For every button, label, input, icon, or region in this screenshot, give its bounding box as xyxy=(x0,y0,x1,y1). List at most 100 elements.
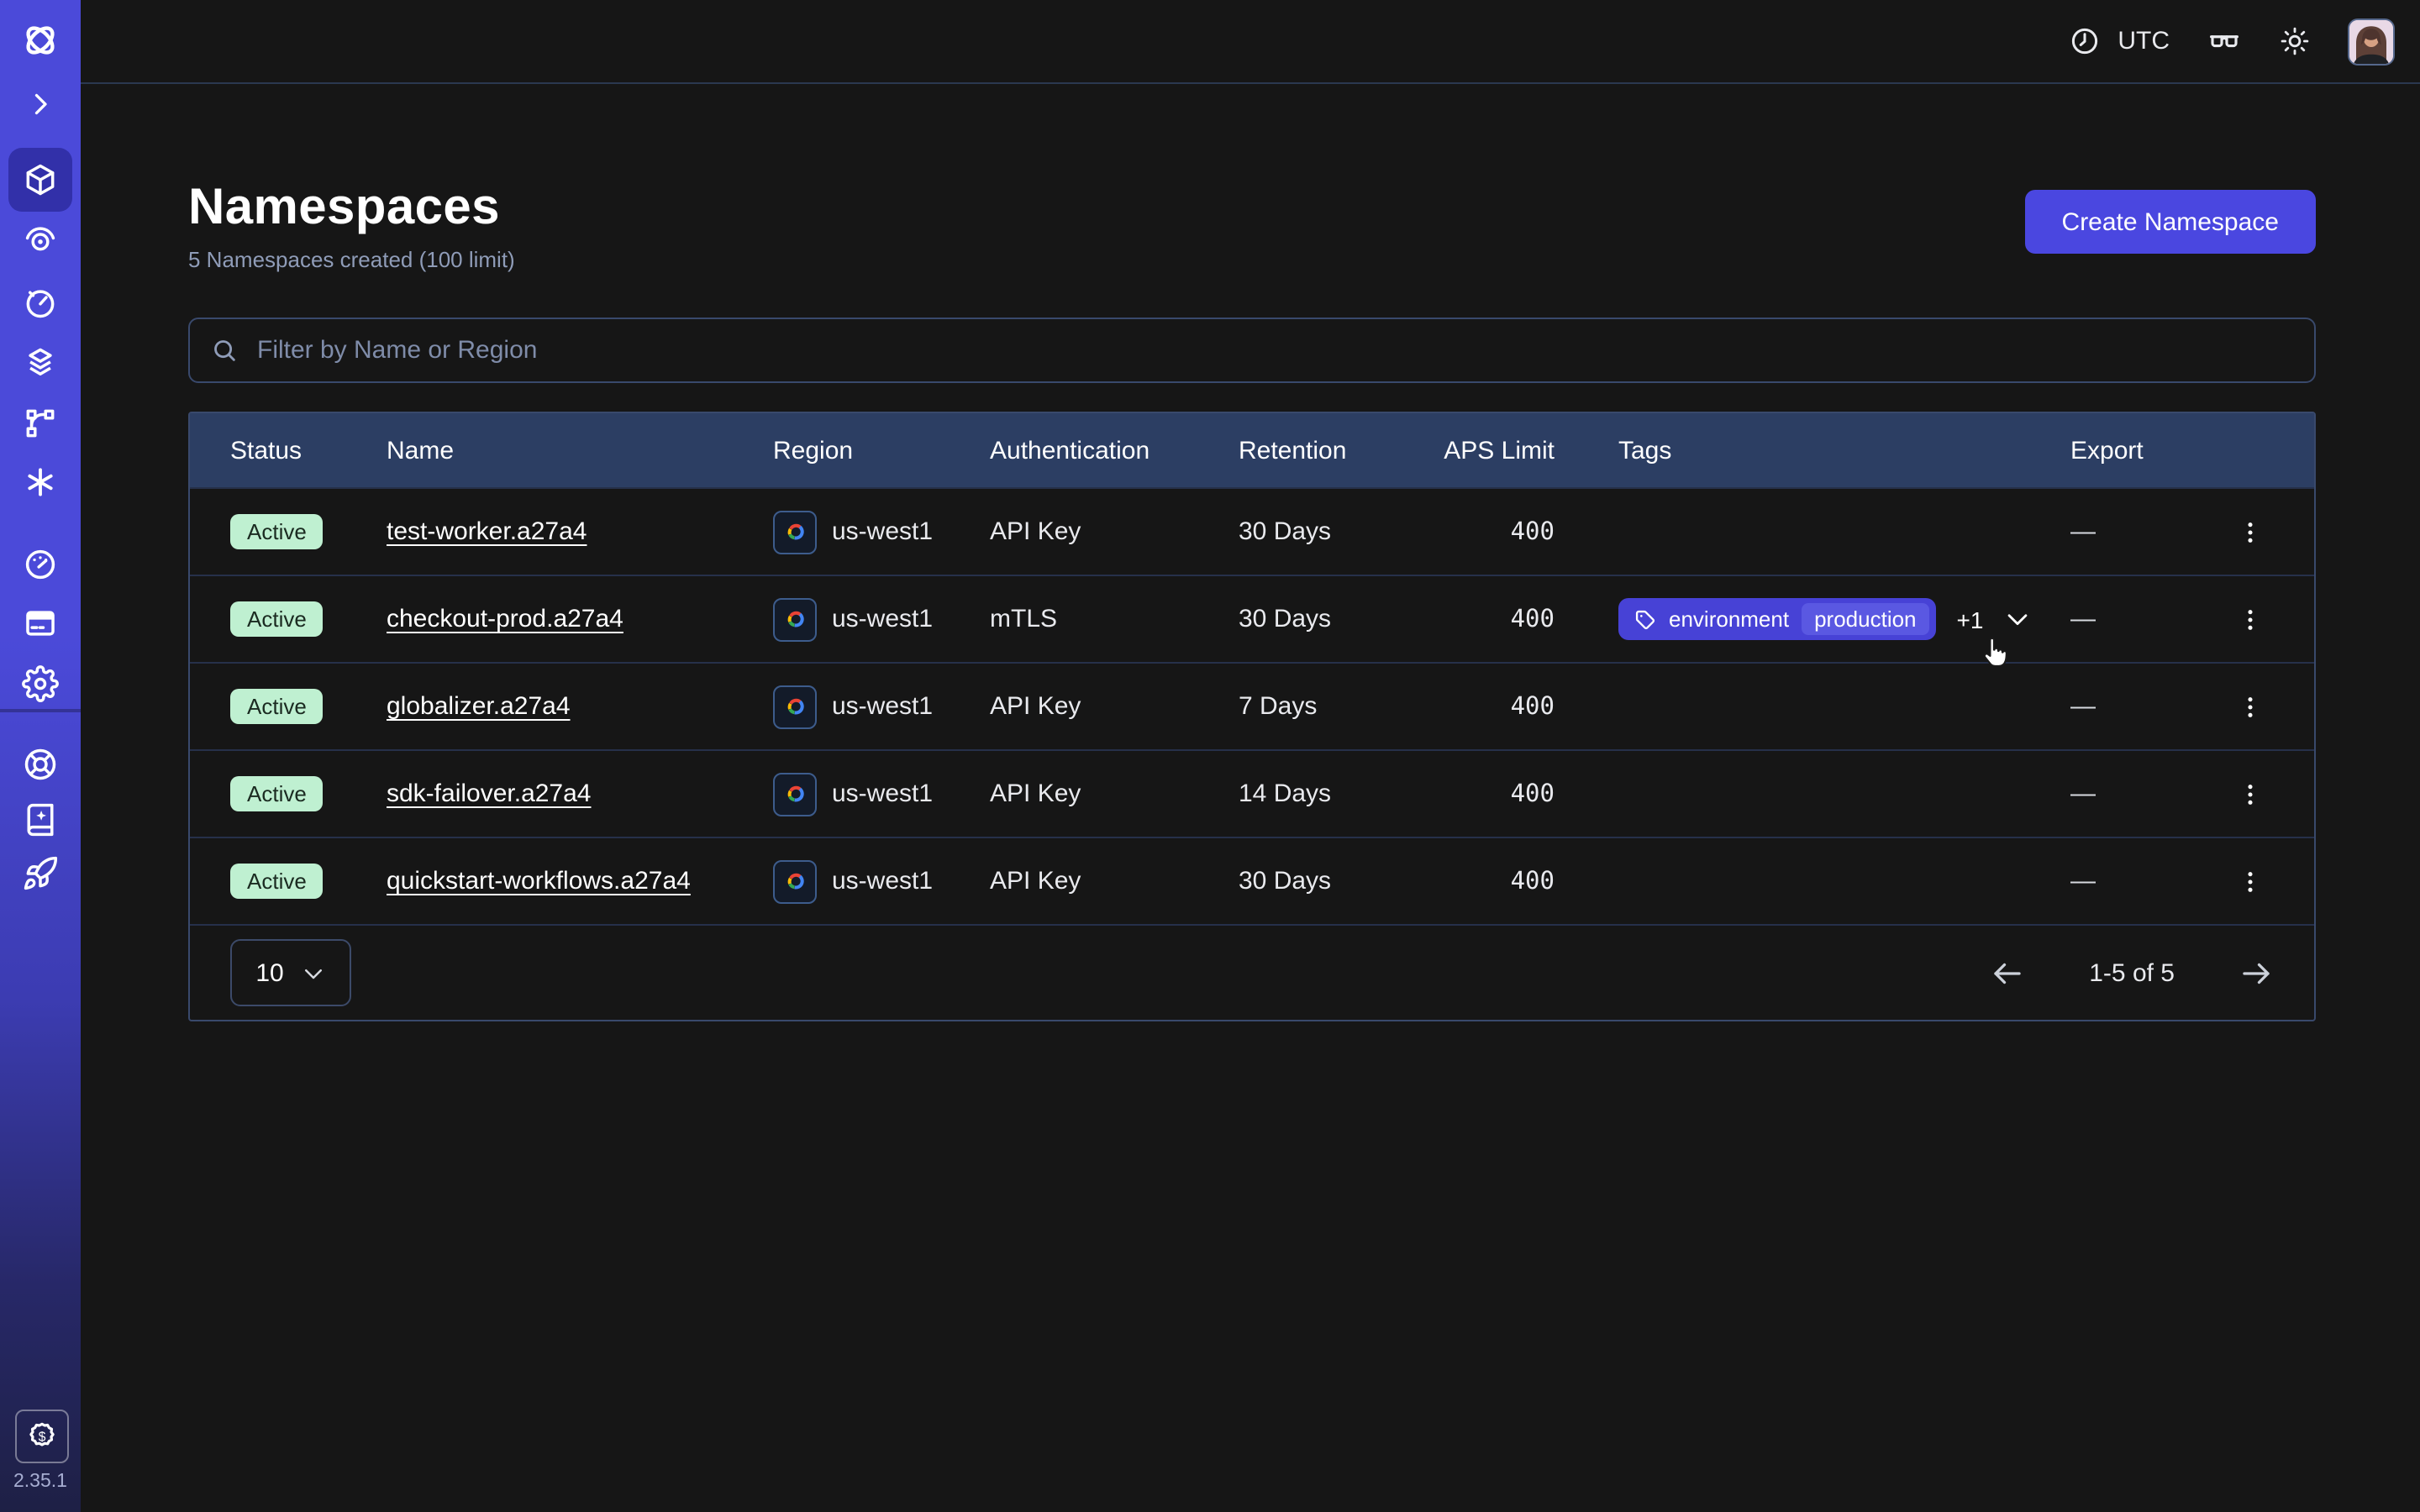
region-label: us-west1 xyxy=(832,867,933,895)
aps-limit: 400 xyxy=(1430,868,1555,895)
gear-icon xyxy=(8,652,72,716)
retention: 30 Days xyxy=(1239,867,1430,895)
deployments-layers-icon xyxy=(8,331,72,395)
region-label: us-west1 xyxy=(832,605,933,633)
gcp-cloud-icon xyxy=(773,597,817,641)
gauge-icon xyxy=(8,533,72,596)
auth-method: API Key xyxy=(990,780,1239,808)
tag-chip[interactable]: environment production xyxy=(1618,598,1937,640)
retention: 7 Days xyxy=(1239,692,1430,721)
timezone-label: UTC xyxy=(2118,27,2170,55)
sidebar-item-deployments[interactable] xyxy=(0,333,81,393)
app-version: 2.35.1 xyxy=(0,1472,81,1492)
next-page-button[interactable] xyxy=(2238,955,2274,990)
auth-method: API Key xyxy=(990,867,1239,895)
tag-value: production xyxy=(1801,603,1929,635)
table-header-row: Status Name Region Authentication Retent… xyxy=(190,413,2314,487)
gcp-cloud-icon xyxy=(773,510,817,554)
export-value: — xyxy=(2070,780,2096,808)
sidebar-item-schedules[interactable] xyxy=(0,272,81,333)
col-aps-limit: APS Limit xyxy=(1430,436,1555,465)
aps-limit: 400 xyxy=(1430,606,1555,633)
timezone-selector[interactable]: UTC xyxy=(2069,25,2170,57)
namespace-link[interactable]: globalizer.a27a4 xyxy=(387,692,571,721)
auth-method: API Key xyxy=(990,517,1239,546)
status-badge: Active xyxy=(230,864,324,899)
namespace-link[interactable]: checkout-prod.a27a4 xyxy=(387,605,623,633)
export-value: — xyxy=(2070,867,2096,895)
sidebar-item-support[interactable] xyxy=(0,734,81,795)
rocket-icon xyxy=(8,842,72,906)
sidebar-divider xyxy=(0,709,81,712)
sidebar: $ 2.35.1 xyxy=(0,0,81,1512)
region-label: us-west1 xyxy=(832,517,933,546)
row-menu-button[interactable] xyxy=(2227,683,2274,730)
table-row: Active sdk-failover.a27a4 us-west1 xyxy=(190,749,2314,837)
row-menu-button[interactable] xyxy=(2227,596,2274,643)
credits-button[interactable]: $ xyxy=(15,1410,69,1463)
auth-method: mTLS xyxy=(990,605,1239,633)
sidebar-item-billing[interactable] xyxy=(0,593,81,654)
table-row: Active checkout-prod.a27a4 us-west1 xyxy=(190,575,2314,662)
chevron-right-icon xyxy=(8,72,72,136)
asterisk-icon xyxy=(8,450,72,514)
col-status: Status xyxy=(230,436,387,465)
status-badge: Active xyxy=(230,776,324,811)
col-tags: Tags xyxy=(1555,436,2070,465)
table-footer: 10 1-5 of 5 xyxy=(190,924,2314,1020)
namespace-link[interactable]: quickstart-workflows.a27a4 xyxy=(387,867,691,895)
row-menu-button[interactable] xyxy=(2227,508,2274,555)
page-title: Namespaces xyxy=(188,178,515,239)
status-badge: Active xyxy=(230,601,324,637)
status-badge: Active xyxy=(230,689,324,724)
tag-key: environment xyxy=(1669,606,1789,632)
search-icon xyxy=(210,336,239,365)
schedules-timer-icon xyxy=(8,270,72,334)
namespaces-table: Status Name Region Authentication Retent… xyxy=(188,412,2316,1021)
region-label: us-west1 xyxy=(832,692,933,721)
sidebar-item-namespaces[interactable] xyxy=(0,150,81,210)
sidebar-item-workflows[interactable] xyxy=(0,210,81,270)
retention: 30 Days xyxy=(1239,517,1430,546)
region-label: us-west1 xyxy=(832,780,933,808)
labs-glasses-icon[interactable] xyxy=(2207,24,2242,59)
user-avatar[interactable] xyxy=(2348,18,2395,65)
branch-icon xyxy=(8,391,72,455)
col-authentication: Authentication xyxy=(990,436,1239,465)
sidebar-item-usage[interactable] xyxy=(0,534,81,595)
lifebuoy-icon xyxy=(8,732,72,796)
status-badge: Active xyxy=(230,514,324,549)
prev-page-button[interactable] xyxy=(1990,955,2025,990)
col-name: Name xyxy=(387,436,773,465)
sidebar-item-batch-operations[interactable] xyxy=(0,393,81,454)
col-region: Region xyxy=(773,436,990,465)
create-namespace-button[interactable]: Create Namespace xyxy=(2025,190,2316,254)
page-size-select[interactable]: 10 xyxy=(230,939,351,1006)
workflows-eye-icon xyxy=(8,208,72,272)
aps-limit: 400 xyxy=(1430,693,1555,720)
namespace-link[interactable]: sdk-failover.a27a4 xyxy=(387,780,592,808)
col-export: Export xyxy=(2070,436,2274,465)
filter-search-input[interactable] xyxy=(254,334,2294,366)
sidebar-item-settings[interactable] xyxy=(0,654,81,714)
sidebar-expand-button[interactable] xyxy=(0,74,81,134)
app-window: $ 2.35.1 UTC xyxy=(0,0,2420,1512)
sidebar-item-nexus[interactable] xyxy=(0,452,81,512)
tag-icon xyxy=(1634,607,1657,631)
export-value: — xyxy=(2070,517,2096,546)
tags-expand-chevron-icon[interactable] xyxy=(2003,605,2032,633)
namespace-link[interactable]: test-worker.a27a4 xyxy=(387,517,587,546)
sidebar-item-getting-started[interactable] xyxy=(0,843,81,904)
temporal-logo[interactable] xyxy=(0,10,81,71)
filter-search-box[interactable] xyxy=(188,318,2316,383)
light-mode-sun-icon[interactable] xyxy=(2279,25,2311,57)
table-row: Active globalizer.a27a4 us-west1 xyxy=(190,662,2314,749)
row-menu-button[interactable] xyxy=(2227,770,2274,817)
namespaces-cube-icon xyxy=(8,148,72,212)
clock-icon xyxy=(2069,25,2101,57)
auth-method: API Key xyxy=(990,692,1239,721)
aps-limit: 400 xyxy=(1430,780,1555,807)
chevron-down-icon xyxy=(301,960,326,985)
col-retention: Retention xyxy=(1239,436,1430,465)
row-menu-button[interactable] xyxy=(2227,858,2274,905)
